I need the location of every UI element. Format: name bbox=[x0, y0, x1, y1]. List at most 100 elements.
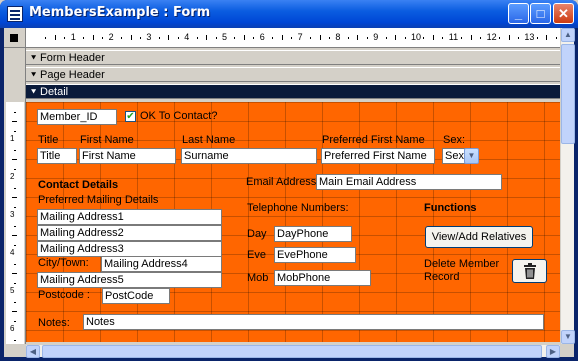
trash-icon bbox=[523, 263, 536, 279]
vertical-ruler: 1 2 3 4 5 6 bbox=[4, 48, 26, 344]
ruler-tick bbox=[14, 187, 16, 189]
ruler-tick bbox=[253, 37, 255, 39]
ruler-label: 11 bbox=[448, 32, 459, 42]
ruler-label: 3 bbox=[10, 210, 15, 219]
title-bar[interactable]: MembersExample : Form _ □ ✕ bbox=[0, 0, 578, 28]
ruler-tick bbox=[121, 37, 123, 39]
ruler-label: 1 bbox=[70, 32, 76, 42]
chevron-down-icon[interactable]: ▼ bbox=[464, 148, 479, 164]
eve-phone-field[interactable]: EvePhone bbox=[274, 247, 356, 263]
preferred-first-name-field[interactable]: Preferred First Name bbox=[321, 148, 435, 164]
email-address-field[interactable]: Main Email Address bbox=[316, 174, 502, 190]
detail-canvas[interactable]: Member_ID ✔ OK To Contact? Title First N… bbox=[26, 102, 560, 342]
telephone-numbers-label: Telephone Numbers: bbox=[247, 202, 349, 214]
section-detail[interactable]: ⯆ Detail bbox=[26, 84, 560, 99]
ruler-label: 4 bbox=[184, 32, 190, 42]
sex-label: Sex: bbox=[443, 134, 466, 146]
ruler-tick bbox=[366, 37, 368, 39]
day-phone-field[interactable]: DayPhone bbox=[274, 226, 352, 242]
scroll-left-icon[interactable]: ◀ bbox=[26, 345, 40, 358]
last-name-field[interactable]: Surname bbox=[181, 148, 317, 164]
ruler-tick bbox=[14, 320, 16, 322]
view-add-relatives-button[interactable]: View/Add Relatives bbox=[425, 226, 533, 248]
scroll-down-icon[interactable]: ▼ bbox=[561, 330, 575, 344]
horizontal-scrollbar[interactable]: ◀ ▶ bbox=[26, 344, 560, 358]
delete-member-button[interactable] bbox=[512, 259, 547, 283]
preferred-mailing-label: Preferred Mailing Details bbox=[38, 194, 159, 206]
vertical-scrollbar[interactable]: ▲ ▼ bbox=[560, 28, 575, 344]
mailing-address1-field[interactable]: Mailing Address1 bbox=[37, 209, 222, 225]
section-arrow-icon: ⯆ bbox=[30, 53, 38, 63]
ruler-tick bbox=[517, 37, 519, 39]
ruler-tick bbox=[499, 37, 501, 39]
ruler-tick bbox=[546, 35, 548, 40]
ok-to-contact-checkbox[interactable]: ✔ bbox=[125, 111, 136, 122]
ruler-tick bbox=[12, 311, 17, 312]
close-button[interactable]: ✕ bbox=[553, 3, 574, 24]
mailing-address2-field[interactable]: Mailing Address2 bbox=[37, 225, 222, 241]
ruler-label: 6 bbox=[259, 32, 265, 42]
section-page-header[interactable]: ⯆ Page Header bbox=[26, 67, 560, 82]
form-selector[interactable] bbox=[4, 28, 26, 48]
postcode-field[interactable]: PostCode bbox=[102, 288, 170, 304]
ruler-tick bbox=[432, 35, 434, 40]
ruler-label: 4 bbox=[10, 248, 15, 257]
section-page-header-label: Page Header bbox=[40, 69, 105, 81]
ruler-tick bbox=[423, 37, 425, 39]
ruler-tick bbox=[168, 35, 170, 40]
ruler-tick bbox=[14, 301, 16, 303]
ruler-tick bbox=[12, 235, 17, 236]
ruler-tick bbox=[196, 37, 198, 39]
maximize-button[interactable]: □ bbox=[530, 3, 551, 24]
horizontal-scroll-thumb[interactable] bbox=[42, 345, 542, 358]
ruler-tick bbox=[243, 35, 245, 40]
ruler-tick bbox=[64, 37, 66, 39]
vertical-ruler-detail bbox=[6, 102, 24, 344]
ruler-tick bbox=[536, 37, 538, 39]
ruler-tick bbox=[404, 37, 406, 39]
ruler-tick bbox=[14, 282, 16, 284]
ruler-label: 10 bbox=[411, 32, 422, 42]
minimize-button[interactable]: _ bbox=[508, 3, 529, 24]
vertical-scroll-thumb[interactable] bbox=[561, 44, 575, 144]
eve-label: Eve bbox=[247, 249, 266, 261]
sex-combo[interactable]: Sex bbox=[442, 148, 466, 164]
notes-field[interactable]: Notes bbox=[83, 314, 544, 330]
ruler-tick bbox=[328, 37, 330, 39]
ruler-tick bbox=[102, 37, 104, 39]
mailing-address4-field[interactable]: Mailing Address4 bbox=[101, 256, 222, 272]
ruler-tick bbox=[139, 37, 141, 39]
first-name-field[interactable]: First Name bbox=[79, 148, 176, 164]
postcode-label: Postcode : bbox=[38, 289, 90, 301]
mailing-address5-field[interactable]: Mailing Address5 bbox=[37, 272, 222, 288]
member-id-field[interactable]: Member_ID bbox=[37, 109, 117, 125]
ruler-tick bbox=[357, 35, 359, 40]
mob-phone-field[interactable]: MobPhone bbox=[274, 270, 371, 286]
ruler-tick bbox=[442, 37, 444, 39]
section-form-header[interactable]: ⯆ Form Header bbox=[26, 50, 560, 65]
ruler-tick bbox=[14, 149, 16, 151]
ruler-tick bbox=[470, 35, 472, 40]
scroll-up-icon[interactable]: ▲ bbox=[561, 28, 575, 42]
ruler-tick bbox=[385, 37, 387, 39]
first-name-label: First Name bbox=[80, 134, 134, 146]
ruler-tick bbox=[347, 37, 349, 39]
close-icon: ✕ bbox=[558, 6, 569, 21]
ruler-tick bbox=[206, 35, 208, 40]
title-field[interactable]: Title bbox=[37, 148, 77, 164]
mailing-address3-field[interactable]: Mailing Address3 bbox=[37, 241, 222, 257]
ruler-tick bbox=[130, 35, 132, 40]
section-detail-label: Detail bbox=[40, 86, 69, 98]
contact-details-heading: Contact Details bbox=[38, 179, 119, 191]
ruler-tick bbox=[395, 35, 397, 40]
ruler-tick bbox=[12, 121, 17, 122]
ruler-tick bbox=[234, 37, 236, 39]
scroll-right-icon[interactable]: ▶ bbox=[546, 345, 560, 358]
ruler-tick bbox=[215, 37, 217, 39]
ruler-tick bbox=[14, 206, 16, 208]
city-town-label: City/Town: bbox=[38, 257, 89, 269]
delete-member-label: Delete Member Record bbox=[424, 258, 500, 283]
ruler-label: 12 bbox=[486, 32, 497, 42]
ruler-tick bbox=[177, 37, 179, 39]
ruler-tick bbox=[291, 37, 293, 39]
